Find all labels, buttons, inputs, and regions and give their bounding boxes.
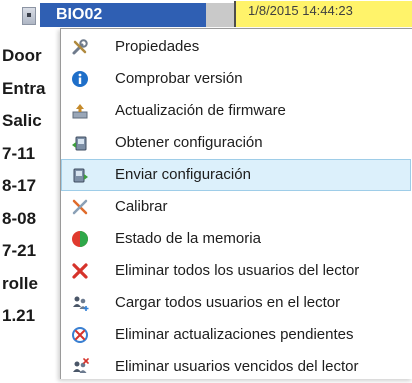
menu-item-label: Comprobar versión [115, 70, 243, 87]
list-item: Door [2, 46, 42, 65]
delete-users-icon [72, 263, 88, 279]
menu-item-eliminar-actualizaciones[interactable]: Eliminar actualizaciones pendientes [61, 319, 411, 351]
menu-item-label: Eliminar usuarios vencidos del lector [115, 358, 359, 375]
list-item: rolle [2, 273, 38, 293]
list-item: Entra [2, 78, 46, 98]
timestamp-cell: 1/8/2015 14:44:23 [234, 1, 412, 27]
device-status-cell [206, 3, 234, 27]
menu-item-eliminar-todos-usuarios[interactable]: Eliminar todos los usuarios del lector [61, 255, 411, 287]
load-users-icon [73, 296, 89, 311]
list-item: 1.21 [2, 306, 36, 325]
menu-item-cargar-usuarios[interactable]: Cargar todos usuarios en el lector [61, 287, 411, 319]
device-list-column: Door Entra Salic 7-11 8-17 8-08 7-21 rol… [0, 40, 60, 333]
menu-item-label: Propiedades [115, 38, 200, 55]
menu-item-label: Cargar todos usuarios en el lector [115, 294, 341, 311]
device-header: BIO02 1/8/2015 14:44:23 [0, 0, 412, 30]
list-item: 7-21 [2, 241, 37, 260]
menu-item-label: Calibrar [115, 198, 168, 215]
menu-item-label: Eliminar actualizaciones pendientes [115, 326, 354, 343]
send-config-icon [73, 168, 88, 183]
menu-item-eliminar-usuarios-vencidos[interactable]: Eliminar usuarios vencidos del lector [61, 351, 411, 383]
calibrate-icon [72, 199, 88, 215]
menu-item-label: Enviar configuración [115, 166, 251, 183]
get-config-icon [72, 136, 87, 151]
device-icon [22, 7, 36, 25]
menu-item-propiedades[interactable]: Propiedades [61, 31, 411, 63]
menu-item-obtener-configuracion[interactable]: Obtener configuración [61, 127, 411, 159]
info-icon [72, 71, 88, 87]
menu-item-label: Eliminar todos los usuarios del lector [115, 262, 360, 279]
memory-status-icon [72, 231, 88, 247]
context-menu: Propiedades Comprobar versión Actualizac… [60, 28, 412, 379]
menu-item-label: Actualización de firmware [115, 102, 286, 119]
menu-item-label: Estado de la memoria [115, 230, 261, 247]
list-item: 7-11 [2, 143, 36, 163]
list-item: 8-08 [2, 208, 37, 228]
menu-item-comprobar-version[interactable]: Comprobar versión [61, 63, 411, 95]
menu-item-estado-memoria[interactable]: Estado de la memoria [61, 223, 411, 255]
menu-item-calibrar[interactable]: Calibrar [61, 191, 411, 223]
tools-icon [72, 39, 88, 55]
menu-item-actualizacion-firmware[interactable]: Actualización de firmware [61, 95, 411, 127]
list-item: Salic [2, 111, 42, 130]
list-item: 8-17 [2, 176, 37, 195]
menu-item-label: Obtener configuración [115, 134, 263, 151]
delete-pending-icon [72, 327, 88, 343]
device-name-cell[interactable]: BIO02 [40, 3, 206, 27]
firmware-update-icon [72, 104, 88, 119]
delete-expired-users-icon [73, 358, 89, 373]
menu-item-enviar-configuracion[interactable]: Enviar configuración [61, 159, 411, 191]
